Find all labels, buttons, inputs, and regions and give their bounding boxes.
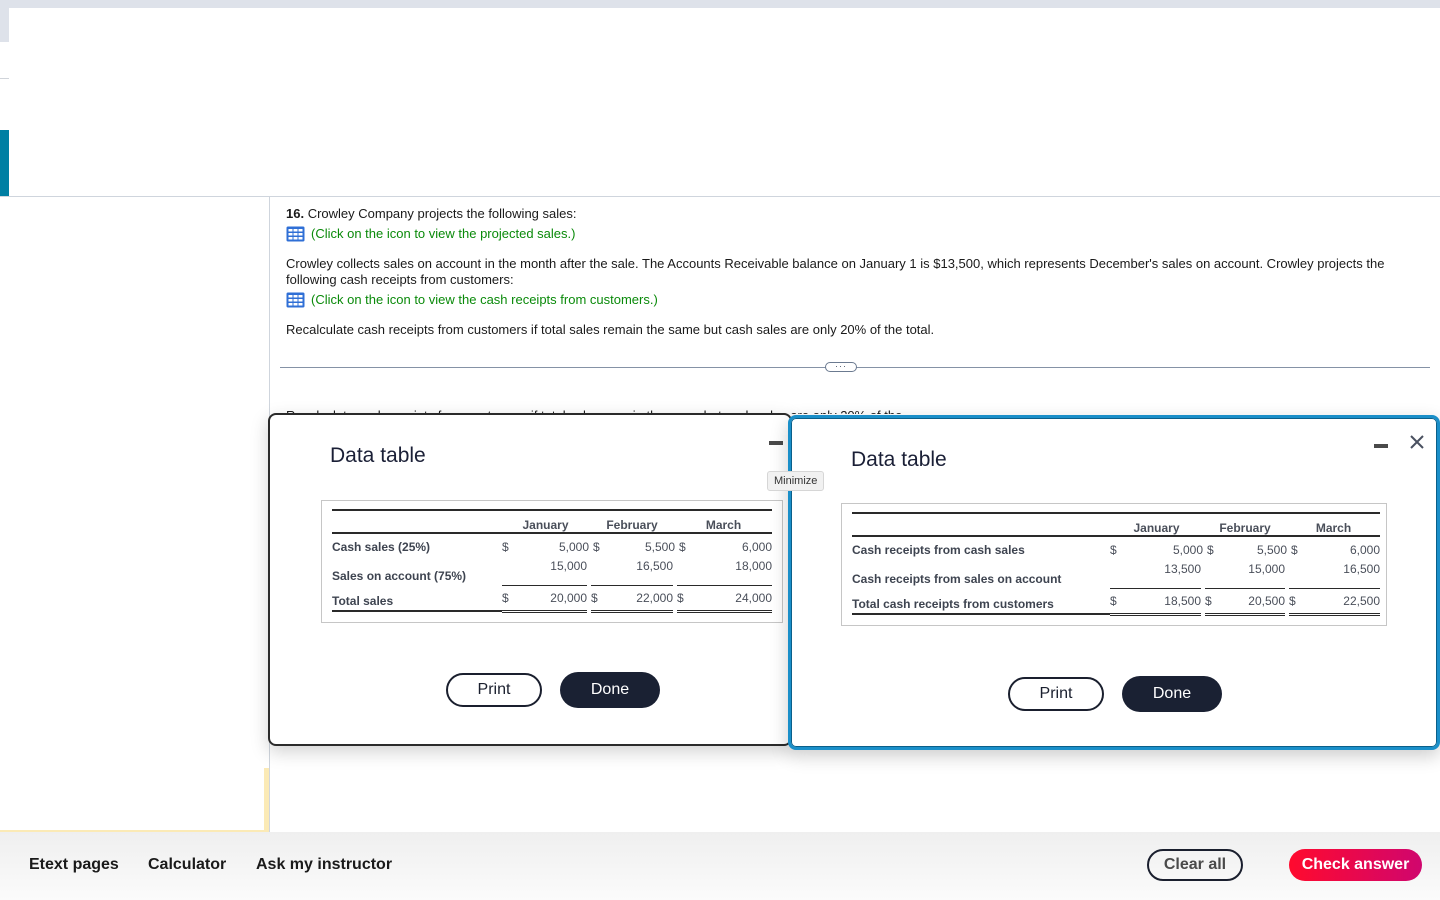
- print-button[interactable]: Print: [446, 673, 542, 707]
- row-label: Cash sales (25%): [332, 539, 431, 554]
- cell-value: 24,000: [705, 585, 772, 613]
- currency-symbol: [1201, 562, 1233, 589]
- table-row: Total cash receipts from customers $ 18,…: [852, 588, 1380, 616]
- cell-value: 6,000: [741, 539, 772, 554]
- left-rail-block: [0, 8, 9, 42]
- table-row: Cash sales (25%) $ 5,000 $ 5,500 $ 6,000: [332, 533, 772, 559]
- question-intro-text: Crowley Company projects the following s…: [304, 206, 577, 221]
- cell-value: 5,500: [1256, 542, 1287, 557]
- column-header: February: [1203, 514, 1287, 537]
- projected-sales-link-text[interactable]: (Click on the icon to view the projected…: [311, 226, 575, 242]
- cash-receipts-link[interactable]: (Click on the icon to view the cash rece…: [286, 292, 658, 308]
- cell-value: 16,500: [1317, 562, 1380, 589]
- projected-sales-dialog: Data table January February March Cash s…: [268, 413, 792, 746]
- currency-symbol: [1110, 562, 1140, 589]
- projected-sales-table: January February March Cash sales (25%) …: [332, 511, 772, 613]
- header-blank: [852, 514, 1110, 537]
- table-row: Sales on account (75%) 15,000 16,500 18,…: [332, 559, 772, 586]
- currency-symbol: $: [502, 539, 509, 554]
- highlight-strip: [264, 768, 269, 832]
- currency-symbol: $: [1285, 588, 1317, 616]
- cell-value: 18,000: [705, 559, 772, 586]
- cell-value: 20,500: [1233, 588, 1287, 616]
- cell-value: 6,000: [1349, 542, 1380, 557]
- cell-value: 22,500: [1317, 588, 1380, 616]
- clear-all-button[interactable]: Clear all: [1147, 849, 1243, 881]
- column-header: March: [675, 511, 772, 534]
- currency-symbol: $: [673, 585, 705, 613]
- cash-receipts-dialog: Data table January February March Cash r…: [788, 415, 1440, 750]
- cell-value: 5,500: [644, 539, 675, 554]
- table-row: Cash receipts from cash sales $ 5,000 $ …: [852, 536, 1380, 562]
- question-instruction: Recalculate cash receipts from customers…: [286, 322, 935, 337]
- dialog-title: Data table: [851, 448, 947, 471]
- currency-symbol: $: [1207, 542, 1214, 557]
- currency-symbol: $: [1110, 588, 1140, 616]
- ask-instructor-link[interactable]: Ask my instructor: [256, 856, 392, 874]
- question-number: 16.: [286, 206, 305, 221]
- minimize-icon[interactable]: [769, 441, 783, 445]
- table-header-row: January February March: [852, 514, 1380, 537]
- cell-value: 16,500: [619, 559, 675, 586]
- dialog-title: Data table: [330, 444, 426, 467]
- column-header: February: [589, 511, 675, 534]
- currency-symbol: [587, 559, 619, 586]
- row-label: Total sales: [332, 585, 502, 612]
- question-paragraph: Crowley collects sales on account in the…: [286, 256, 1385, 287]
- cash-receipts-table-container: January February March Cash receipts fro…: [841, 503, 1387, 626]
- cell-value: 13,500: [1140, 562, 1203, 589]
- cell-value: 20,000: [532, 585, 589, 613]
- left-rail-divider: [0, 78, 9, 79]
- currency-symbol: [502, 559, 532, 586]
- row-label: Cash receipts from sales on account: [852, 572, 1062, 586]
- question-intro: 16. Crowley Company projects the followi…: [286, 206, 576, 222]
- top-bar: [0, 0, 1440, 8]
- currency-symbol: $: [1291, 542, 1298, 557]
- cell-value: 5,000: [558, 539, 589, 554]
- close-icon[interactable]: [1408, 433, 1426, 451]
- table-row: Total sales $ 20,000 $ 22,000 $ 24,000: [332, 585, 772, 613]
- expand-button[interactable]: ···: [825, 362, 857, 372]
- currency-symbol: $: [679, 539, 686, 554]
- column-header: March: [1287, 514, 1380, 537]
- check-answer-button[interactable]: Check answer: [1289, 849, 1422, 881]
- table-row: Cash receipts from sales on account 13,5…: [852, 562, 1380, 589]
- column-header: January: [1110, 514, 1203, 537]
- row-label: Total cash receipts from customers: [852, 588, 1110, 615]
- header-divider: [0, 196, 1440, 197]
- minimize-tooltip: Minimize: [767, 471, 825, 491]
- cash-receipts-table: January February March Cash receipts fro…: [852, 514, 1380, 616]
- currency-symbol: [673, 559, 705, 586]
- currency-symbol: $: [1110, 542, 1117, 557]
- currency-symbol: $: [587, 585, 619, 613]
- done-button[interactable]: Done: [560, 672, 660, 708]
- row-label: Sales on account (75%): [332, 569, 467, 583]
- cell-value: 15,000: [532, 559, 589, 586]
- cell-value: 15,000: [1233, 562, 1287, 589]
- etext-pages-link[interactable]: Etext pages: [29, 856, 119, 874]
- calculator-link[interactable]: Calculator: [148, 856, 226, 874]
- data-table-icon[interactable]: [286, 292, 305, 308]
- done-button[interactable]: Done: [1122, 676, 1222, 712]
- currency-symbol: $: [1201, 588, 1233, 616]
- currency-symbol: $: [593, 539, 600, 554]
- cell-value: 18,500: [1140, 588, 1203, 616]
- row-label: Cash receipts from cash sales: [852, 542, 1025, 557]
- cash-receipts-link-text[interactable]: (Click on the icon to view the cash rece…: [311, 292, 658, 308]
- data-table-icon[interactable]: [286, 226, 305, 242]
- table-header-row: January February March: [332, 511, 772, 534]
- minimize-icon[interactable]: [1374, 444, 1388, 448]
- cell-value: 22,000: [619, 585, 675, 613]
- left-rail-accent: [0, 130, 9, 196]
- column-header: January: [502, 511, 589, 534]
- currency-symbol: [1285, 562, 1317, 589]
- footer-toolbar: Etext pages Calculator Ask my instructor…: [0, 832, 1440, 900]
- cell-value: 5,000: [1172, 542, 1203, 557]
- currency-symbol: $: [502, 585, 532, 613]
- print-button[interactable]: Print: [1008, 677, 1104, 711]
- header-blank: [332, 511, 502, 534]
- projected-sales-table-container: January February March Cash sales (25%) …: [321, 500, 783, 623]
- projected-sales-link[interactable]: (Click on the icon to view the projected…: [286, 226, 575, 242]
